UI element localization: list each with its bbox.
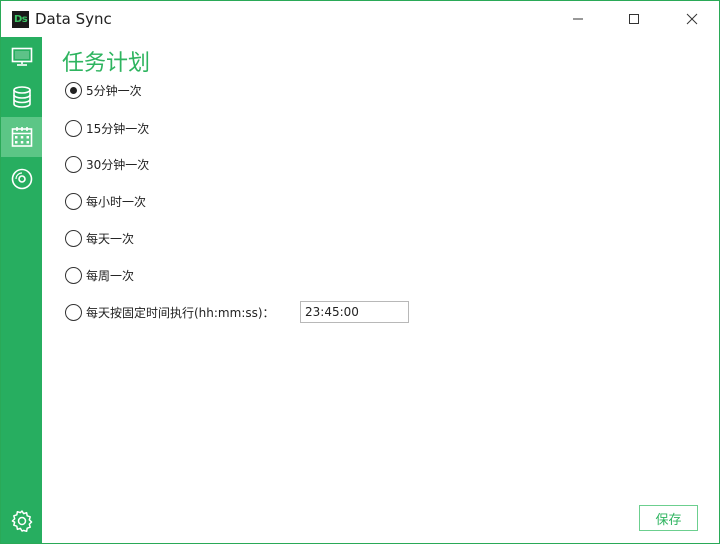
sidebar-item-monitor[interactable] [1, 37, 42, 77]
radio-15min[interactable] [65, 119, 82, 137]
app-logo-icon: Ds [12, 11, 29, 28]
maximize-icon [629, 14, 639, 24]
title-bar: Ds Data Sync [1, 1, 719, 37]
gear-icon [11, 510, 32, 533]
option-label: 30分钟一次 [86, 157, 150, 172]
radio-weekly[interactable] [65, 266, 82, 284]
radio-5min[interactable] [65, 81, 82, 99]
sidebar-item-database[interactable] [1, 77, 42, 117]
option-hourly[interactable]: 每小时一次 [65, 191, 146, 211]
save-button[interactable]: 保存 [639, 505, 698, 531]
radio-hourly[interactable] [65, 192, 82, 210]
database-icon [12, 86, 31, 108]
app-window: Ds Data Sync 任务计划 5分钟一次 15分钟一次 30分钟一次 每小… [0, 0, 720, 544]
option-label: 每小时一次 [86, 194, 147, 209]
fixed-time-input[interactable] [300, 301, 409, 323]
window-title: Data Sync [35, 10, 112, 28]
radio-fixed-time[interactable] [65, 303, 82, 321]
page-title: 任务计划 [62, 51, 151, 76]
sidebar-item-schedule[interactable] [1, 117, 42, 157]
close-button[interactable] [669, 1, 715, 37]
option-label: 5分钟一次 [86, 83, 142, 98]
option-weekly[interactable]: 每周一次 [65, 265, 134, 285]
calendar-icon [11, 127, 32, 147]
option-15min[interactable]: 15分钟一次 [65, 118, 149, 138]
option-fixed-time[interactable]: 每天按固定时间执行(hh:mm:ss)： [65, 302, 275, 322]
minimize-button[interactable] [555, 1, 601, 37]
sidebar [1, 37, 42, 543]
sidebar-item-disc[interactable] [1, 159, 42, 199]
monitor-icon [11, 47, 32, 66]
sidebar-item-settings[interactable] [1, 501, 42, 541]
option-30min[interactable]: 30分钟一次 [65, 154, 149, 174]
option-label: 15分钟一次 [86, 121, 150, 136]
minimize-icon [573, 18, 583, 20]
option-label: 每天一次 [86, 231, 135, 246]
option-5min[interactable]: 5分钟一次 [65, 80, 142, 100]
radio-daily[interactable] [65, 229, 82, 247]
option-daily[interactable]: 每天一次 [65, 228, 134, 248]
radio-30min[interactable] [65, 155, 82, 173]
option-label: 每周一次 [86, 268, 135, 283]
option-label: 每天按固定时间执行(hh:mm:ss)： [86, 305, 275, 320]
disc-icon [11, 168, 32, 190]
close-icon [686, 13, 698, 25]
app-logo-text: Ds [14, 14, 28, 25]
maximize-button[interactable] [611, 1, 657, 37]
